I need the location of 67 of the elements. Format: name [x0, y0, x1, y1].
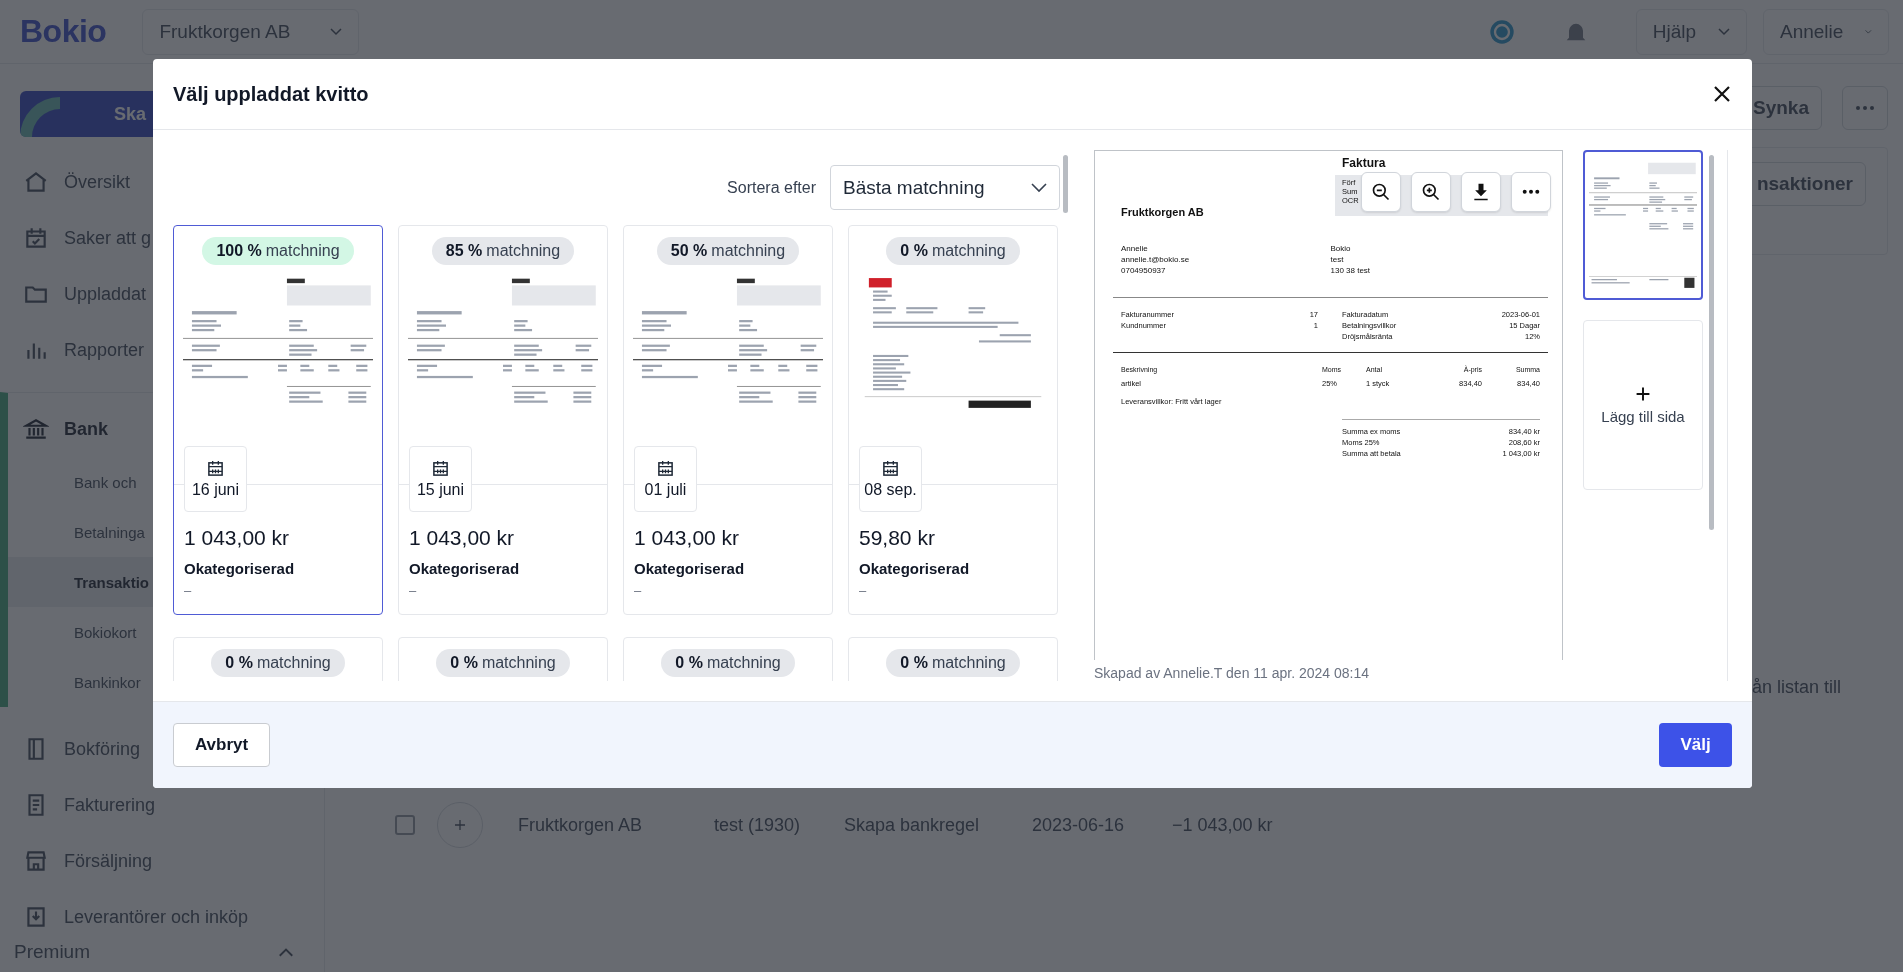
- match-badge: 0 % matchning: [211, 649, 345, 677]
- receipt-card[interactable]: 0 % matchning 08 sep. 59,80 kr Okategoriserad –: [848, 225, 1058, 615]
- calendar-icon: [432, 459, 449, 477]
- match-badge: 85 % matchning: [431, 237, 575, 265]
- seller-name: Fruktkorgen AB: [1121, 206, 1204, 218]
- page-thumbnail[interactable]: [1583, 150, 1703, 300]
- calendar-icon: [882, 459, 899, 477]
- receipt-card[interactable]: 85 % matchning 15 juni 1 043,00 kr Okategoriserad –: [398, 225, 608, 615]
- zoom-in-icon: [1421, 182, 1441, 202]
- match-badge: 0 % matchning: [661, 649, 795, 677]
- calendar-icon: [657, 459, 674, 477]
- table-cell-text: test (1930): [714, 814, 802, 836]
- receipt-card[interactable]: 100 % matchning 16 juni 1 043,00 kr Okategoriserad –: [173, 225, 383, 615]
- note-text: –: [859, 583, 868, 598]
- table-cell: −1 043,00 kr: [1172, 814, 1273, 836]
- created-info: Skapad av Annelie.T den 11 apr. 2024 08:14: [1094, 665, 1371, 681]
- match-badge: 0 % matchning: [436, 649, 570, 677]
- amount: 1 043,00 kr: [409, 526, 516, 550]
- sender-line: Annelie: [1121, 243, 1149, 254]
- document-title: Faktura: [1342, 156, 1387, 171]
- date-badge: 16 juni: [184, 446, 247, 512]
- match-badge: 50 % matchning: [656, 237, 800, 265]
- table-cell-text: Skapa bankregel: [844, 814, 981, 836]
- date-badge: 01 juli: [634, 446, 697, 512]
- close-icon[interactable]: [1712, 84, 1732, 104]
- table-cell-text: 2023-06-16: [1032, 814, 1126, 836]
- category: Okategoriserad: [634, 560, 746, 577]
- sender-line: 0704950937: [1121, 265, 1167, 276]
- download-button[interactable]: [1461, 172, 1501, 212]
- scrollbar[interactable]: [1709, 155, 1714, 530]
- sort-select[interactable]: Bästa matchning: [830, 165, 1060, 210]
- add-page-button[interactable]: Lägg till sida: [1583, 320, 1703, 490]
- zoom-in-button[interactable]: [1411, 172, 1451, 212]
- match-badge: 0 % matchning: [886, 649, 1020, 677]
- category: Okategoriserad: [184, 560, 296, 577]
- zoom-out-icon: [1371, 182, 1391, 202]
- hint-text: ån listan till: [1752, 677, 1843, 698]
- calendar-icon: [207, 459, 224, 477]
- dialog-title: Välj uppladdat kvitto: [173, 82, 369, 106]
- match-badge: 0 % matchning: [886, 237, 1020, 265]
- sender-line: annelie.t@bokio.se: [1121, 254, 1191, 265]
- note-text: –: [409, 583, 418, 598]
- receipt-card[interactable]: 50 % matchning 01 juli 1 043,00 kr Okategoriserad –: [623, 225, 833, 615]
- more-button[interactable]: [1511, 172, 1551, 212]
- category: Okategoriserad: [409, 560, 521, 577]
- cancel-button[interactable]: Avbryt: [173, 723, 270, 767]
- more-icon: [1522, 189, 1540, 195]
- recipient-line: 130 38 test: [1330, 265, 1372, 276]
- match-badge: 100 % matchning: [202, 237, 354, 265]
- sort-label: Sortera efter: [727, 178, 816, 197]
- scrollbar[interactable]: [1063, 155, 1068, 213]
- category: Okategoriserad: [859, 560, 971, 577]
- recipient-line: test: [1330, 254, 1345, 265]
- table-cell-text: Fruktkorgen AB: [518, 814, 644, 836]
- zoom-out-button[interactable]: [1361, 172, 1401, 212]
- note-text: –: [184, 583, 193, 598]
- amount: 59,80 kr: [859, 526, 936, 550]
- amount: 1 043,00 kr: [184, 526, 291, 550]
- recipient-line: Bokio: [1330, 243, 1352, 254]
- date-badge: 08 sep.: [859, 446, 922, 512]
- note-text: –: [634, 583, 643, 598]
- amount: 1 043,00 kr: [634, 526, 741, 550]
- select-button[interactable]: Välj: [1659, 723, 1732, 767]
- plus-icon: [1635, 385, 1651, 402]
- chevron-down-icon: [1031, 182, 1047, 193]
- date-badge: 15 juni: [409, 446, 472, 512]
- download-icon: [1471, 182, 1491, 202]
